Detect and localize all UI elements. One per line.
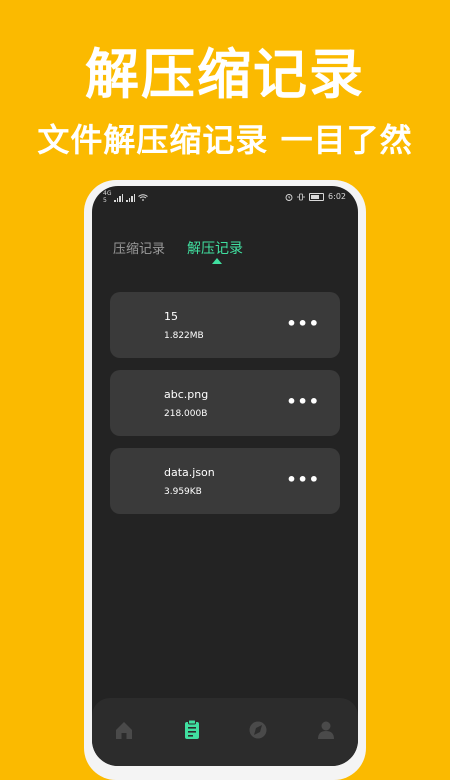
phone-screen: 4G 5 6:02 压缩记录 解压记录 15 1.822MB ••• abc.p…	[92, 186, 358, 766]
record-size: 1.822MB	[164, 331, 204, 341]
bottom-nav	[92, 698, 358, 766]
status-bar: 4G 5 6:02	[92, 186, 358, 208]
nav-discover[interactable]	[238, 710, 278, 750]
home-icon	[116, 722, 132, 739]
status-time: 6:02	[328, 192, 346, 201]
record-item[interactable]: data.json 3.959KB •••	[110, 448, 340, 514]
record-name: abc.png	[164, 388, 209, 401]
nav-profile[interactable]	[306, 710, 346, 750]
tab-compress-records[interactable]: 压缩记录	[113, 238, 165, 257]
compass-icon	[249, 721, 267, 739]
vibrate-icon	[297, 193, 305, 200]
record-tabs: 压缩记录 解压记录	[113, 238, 343, 274]
more-options-button[interactable]: •••	[286, 314, 320, 333]
promo-subheadline: 文件解压缩记录 一目了然	[37, 121, 413, 159]
record-item[interactable]: 15 1.822MB •••	[110, 292, 340, 358]
tab-extract-records[interactable]: 解压记录	[187, 238, 243, 258]
user-icon	[318, 721, 334, 739]
nav-home[interactable]	[104, 710, 144, 750]
signal-icon	[114, 193, 124, 202]
signal-icon-2	[126, 193, 136, 202]
network-type-bottom: 5	[103, 197, 107, 204]
alarm-icon	[285, 193, 293, 201]
status-right: 6:02	[285, 192, 346, 201]
promo-headline: 解压缩记录	[85, 43, 365, 106]
record-size: 3.959KB	[164, 487, 202, 497]
network-label: 4G 5	[103, 191, 111, 204]
record-size: 218.000B	[164, 409, 208, 419]
more-options-button[interactable]: •••	[286, 470, 320, 489]
nav-records[interactable]	[172, 710, 212, 750]
active-tab-indicator	[212, 258, 222, 264]
record-name: data.json	[164, 466, 215, 479]
status-left: 4G 5	[103, 191, 149, 204]
record-item[interactable]: abc.png 218.000B •••	[110, 370, 340, 436]
wifi-icon	[138, 194, 149, 201]
more-options-button[interactable]: •••	[286, 392, 320, 411]
battery-icon	[309, 192, 325, 201]
clipboard-icon	[185, 719, 199, 739]
record-name: 15	[164, 310, 178, 323]
